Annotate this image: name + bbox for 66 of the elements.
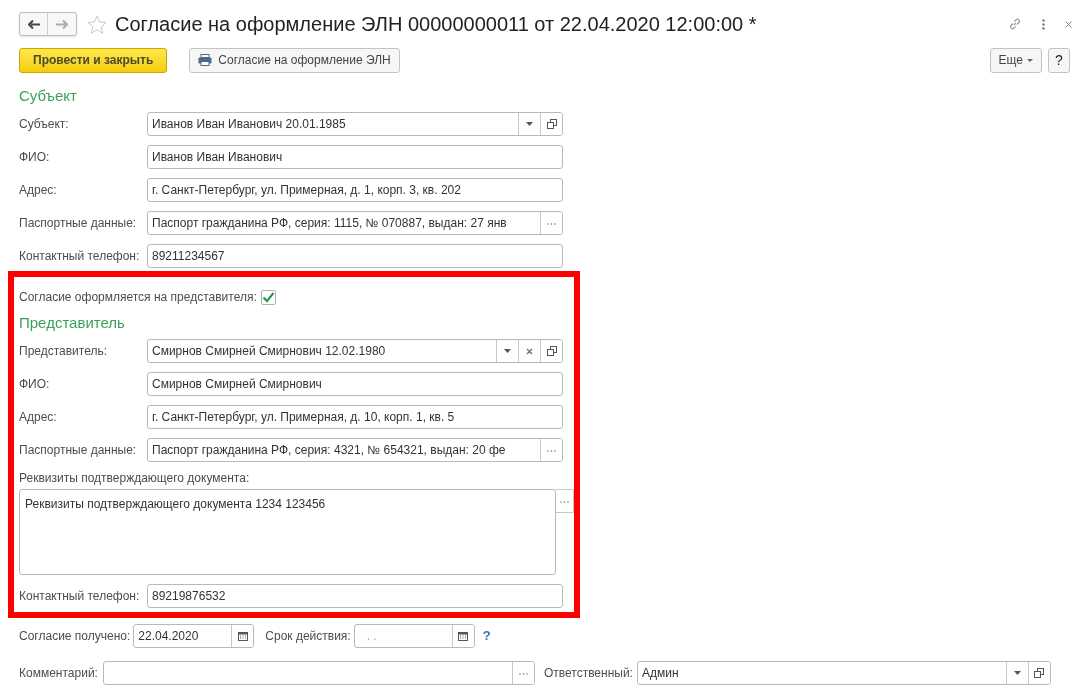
input-field[interactable]: 89211234567 — [147, 244, 563, 268]
field-label: Комментарий: — [19, 665, 98, 682]
window-title: Согласие на оформление ЭЛН 00000000011 от 22.04.2020 12:00:00 * — [115, 12, 757, 37]
caret-icon — [504, 349, 511, 353]
open-button[interactable] — [1027, 662, 1050, 684]
open-button[interactable] — [540, 340, 562, 362]
caret-icon — [1027, 58, 1033, 62]
field-label: Представитель: — [19, 343, 109, 360]
input-field[interactable]: Иванов Иван Иванович — [147, 145, 563, 169]
field-label: Контактный телефон: — [19, 248, 141, 265]
star-icon[interactable] — [87, 14, 107, 34]
input-field[interactable]: 89219876532 — [147, 584, 563, 608]
field-label: Субъект: — [19, 116, 70, 133]
field-label: Паспортные данные: — [19, 442, 138, 459]
ellipsis-icon — [560, 499, 570, 503]
input-field[interactable]: Админ — [636, 661, 1051, 685]
field-label: ФИО: — [19, 376, 51, 393]
more-vertical-icon[interactable] — [1042, 18, 1045, 30]
input-field[interactable]: Смирнов Смирней Смирнович — [147, 372, 563, 396]
post-and-close-button[interactable]: Провести и закрыть — [19, 47, 168, 73]
open-icon — [546, 346, 557, 356]
calendar-icon — [458, 631, 469, 641]
calendar-button[interactable] — [451, 625, 474, 647]
input-field[interactable] — [102, 661, 535, 685]
calendar-icon — [237, 631, 248, 641]
field-label: Паспортные данные: — [19, 215, 138, 232]
checkbox[interactable] — [260, 289, 276, 305]
input-field[interactable]: г. Санкт-Петербург, ул. Примерная, д. 10, корп. 1, кв. 5 — [147, 405, 563, 429]
input-field[interactable]: Смирнов Смирней Смирнович 12.02.1980 — [147, 339, 563, 363]
caret-icon — [1013, 671, 1021, 675]
ellipsis-icon — [547, 221, 556, 225]
ellipsis-icon — [518, 671, 528, 675]
field-label: ФИО: — [19, 149, 51, 166]
close-icon[interactable] — [1065, 20, 1072, 28]
caret-icon — [526, 122, 533, 126]
field-label: Согласие получено: — [19, 628, 131, 645]
ellipsis-icon — [547, 448, 556, 452]
arrow-right-icon — [56, 19, 68, 29]
more-button[interactable]: Еще — [989, 47, 1042, 73]
input-field[interactable]: г. Санкт-Петербург, ул. Примерная, д. 1, корп. 3, кв. 202 — [147, 178, 563, 202]
field-label: Срок действия: — [265, 628, 351, 645]
text-area[interactable]: Реквизиты подтверждающего документа 1234 123456 — [19, 489, 557, 575]
open-icon — [1034, 668, 1045, 678]
help-link[interactable]: ? — [482, 626, 491, 646]
calendar-button[interactable] — [231, 625, 254, 647]
field-label: Адрес: — [19, 182, 58, 199]
section-heading: Субъект — [19, 87, 77, 105]
input-field[interactable]: 22.04.2020 — [133, 624, 255, 648]
help-button[interactable]: ? — [1048, 47, 1070, 73]
input-field[interactable]: Паспорт гражданина РФ, серия: 4321, № 654321, выдан: 20 фе — [147, 438, 563, 462]
field-label: Ответственный: — [543, 665, 633, 682]
link-icon[interactable] — [1008, 17, 1022, 31]
arrow-left-icon — [27, 19, 40, 29]
input-field[interactable]: Паспорт гражданина РФ, серия: 1115, № 070887, выдан: 27 янв — [147, 211, 563, 235]
input-field[interactable]: Иванов Иван Иванович 20.01.1985 — [147, 112, 563, 136]
field-label: Адрес: — [19, 409, 58, 426]
checkbox-label: Согласие оформляется на представителя: — [19, 289, 257, 306]
open-icon — [546, 119, 557, 129]
field-value: Реквизиты подтверждающего документа 1234 123456 — [25, 497, 326, 511]
field-label: Контактный телефон: — [19, 588, 141, 605]
printer-icon — [198, 54, 213, 66]
section-heading: Представитель — [19, 314, 125, 332]
print-button[interactable]: Согласие на оформление ЭЛН — [189, 47, 400, 73]
field-label: Реквизиты подтверждающего документа: — [19, 470, 250, 486]
open-button[interactable] — [540, 113, 562, 135]
clear-icon — [526, 347, 533, 355]
